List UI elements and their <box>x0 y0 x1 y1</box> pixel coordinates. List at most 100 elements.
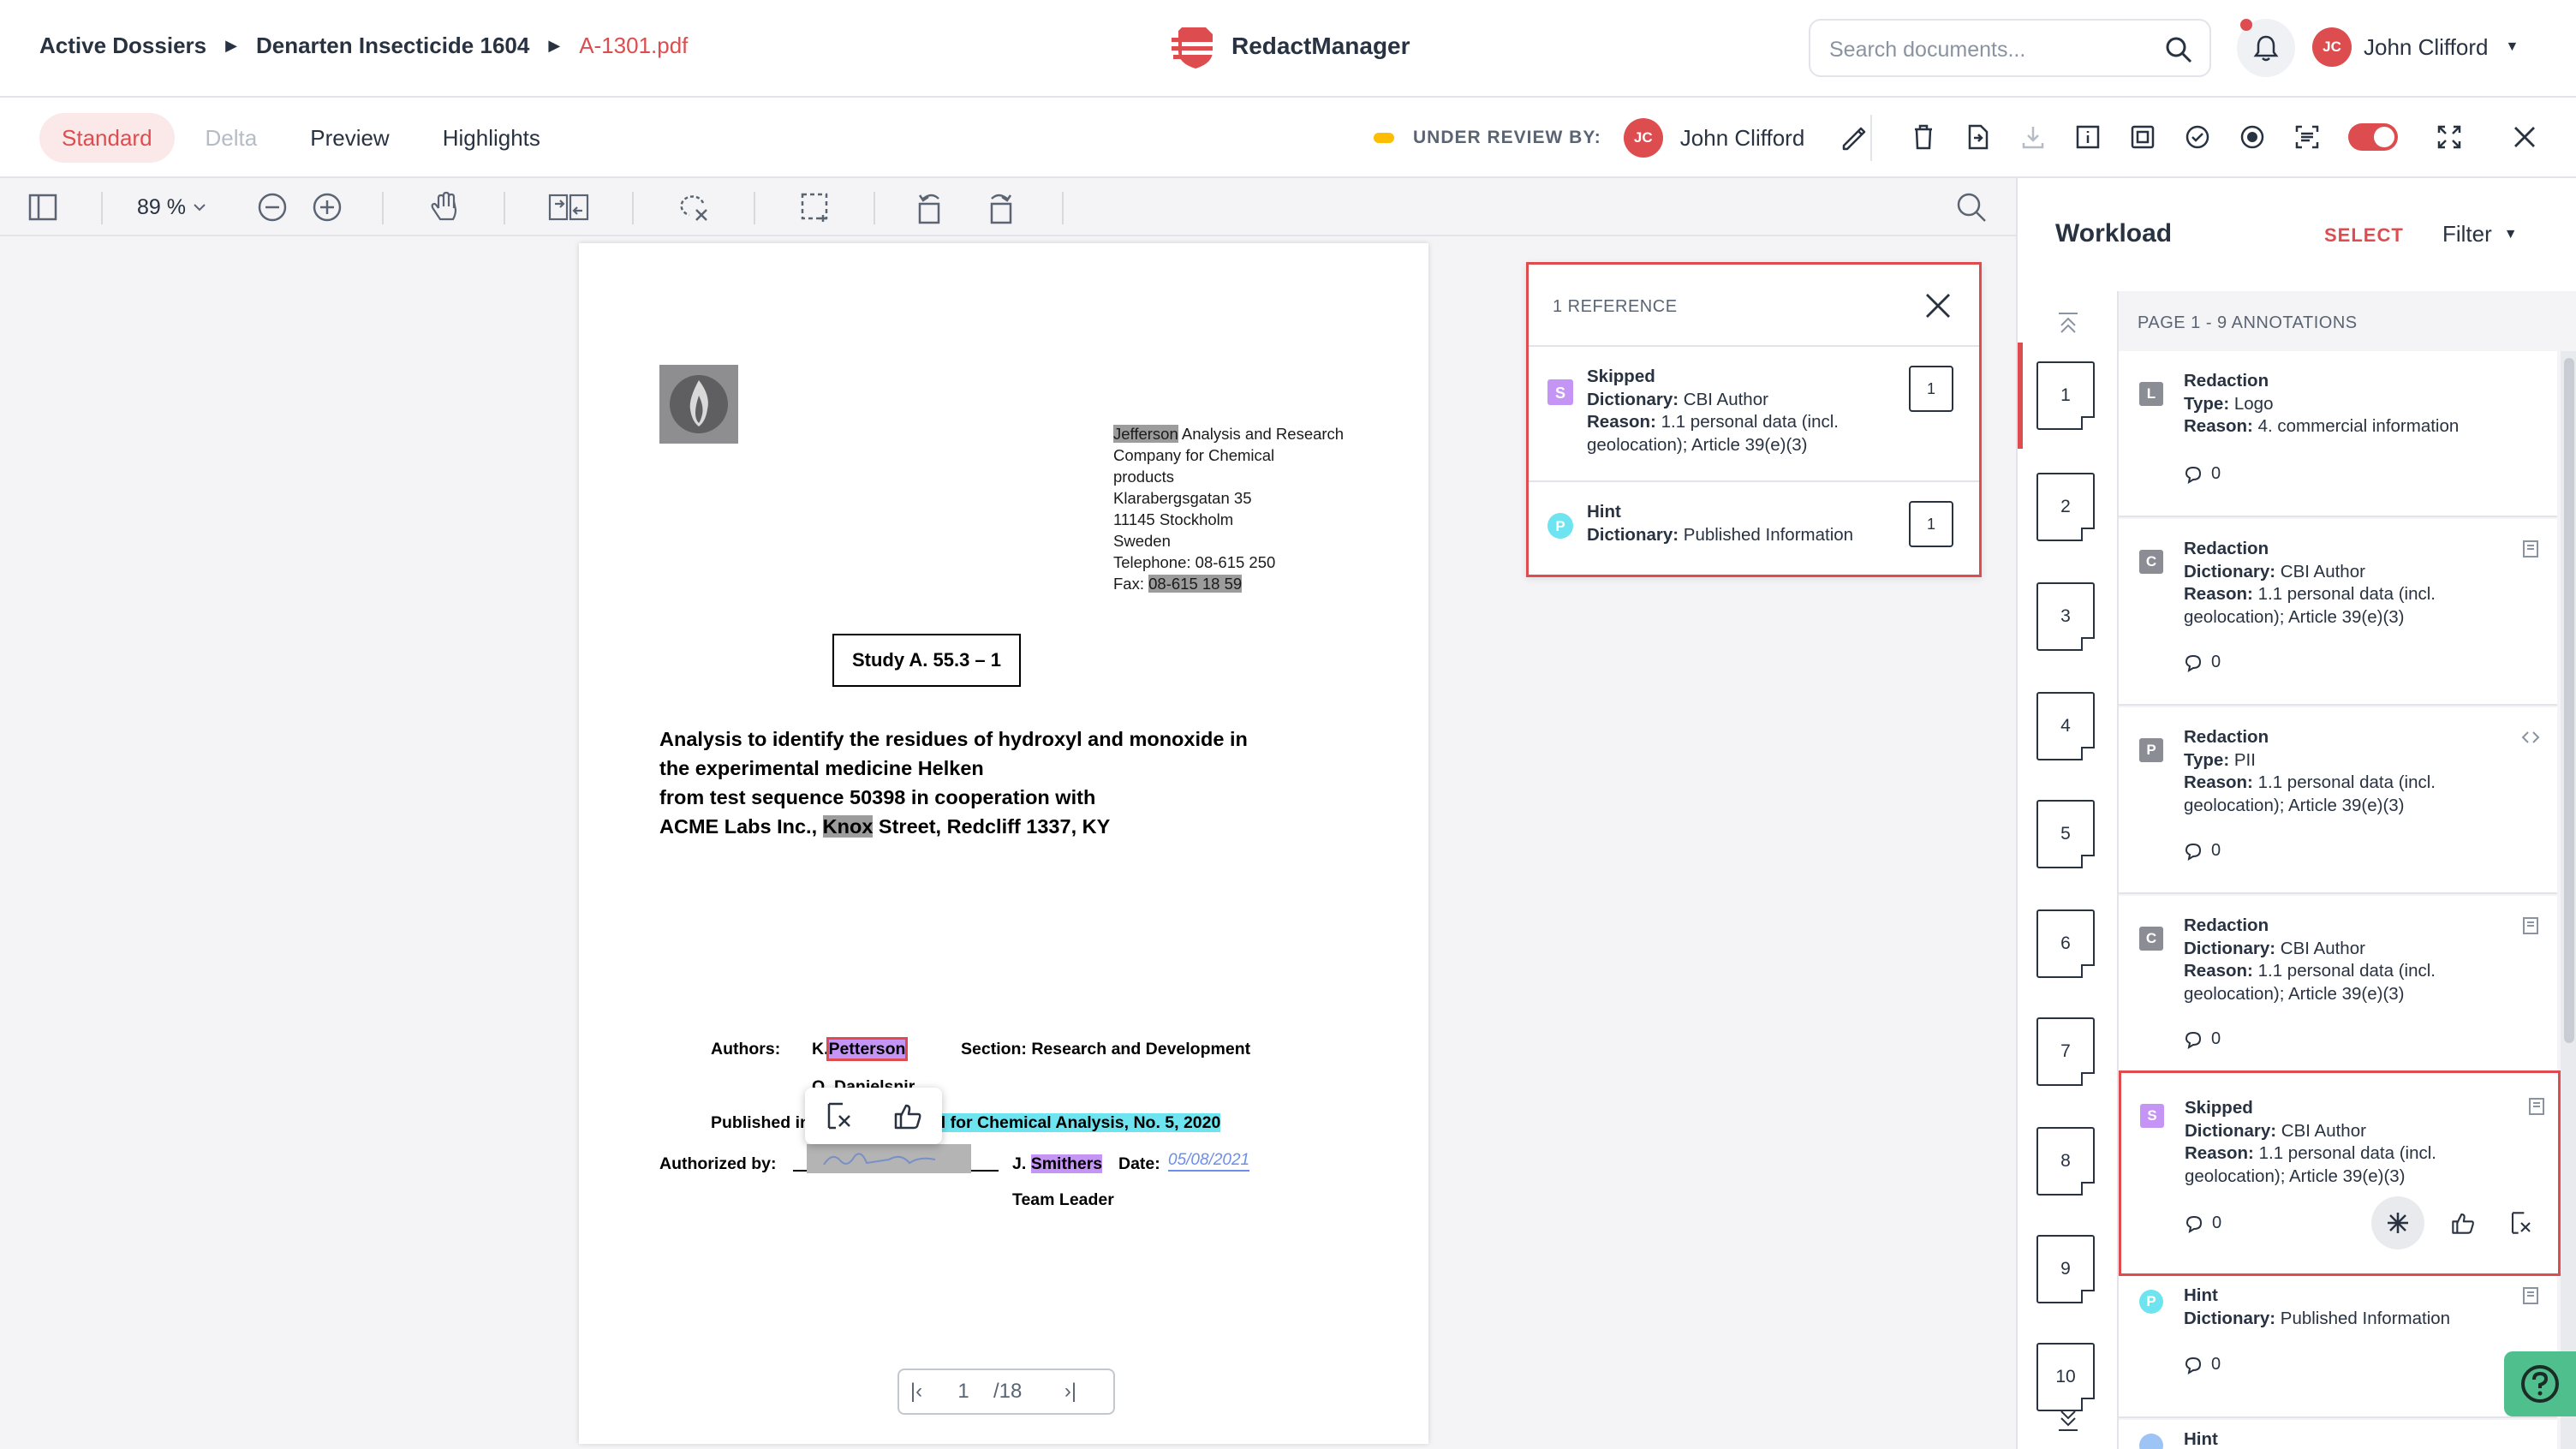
help-button[interactable] <box>2504 1351 2576 1416</box>
zoom-in-icon[interactable] <box>310 190 344 224</box>
comment-count[interactable]: 0 <box>2184 653 2221 672</box>
pan-hand-icon[interactable] <box>428 190 462 224</box>
scroll-top-icon[interactable] <box>2054 310 2083 339</box>
thumbs-up-icon[interactable] <box>892 1100 923 1131</box>
search-input[interactable] <box>1829 33 2155 67</box>
date-value[interactable]: 05/08/2021 <box>1168 1151 1250 1172</box>
record-icon[interactable] <box>2235 120 2269 154</box>
redaction-toggle[interactable] <box>2348 123 2398 151</box>
search-icon[interactable] <box>2163 34 2194 65</box>
annotation-card[interactable]: L Redaction Type: Logo Reason: 4. commer… <box>2119 351 2557 517</box>
dictionary-icon[interactable] <box>2521 916 2540 935</box>
breadcrumb-active-dossiers[interactable]: Active Dossiers <box>39 33 206 59</box>
remove-annotation-icon[interactable] <box>2508 1210 2534 1236</box>
breadcrumb-dossier[interactable]: Denarten Insecticide 1604 <box>256 33 529 59</box>
annotation-type-badge: C <box>2139 550 2163 574</box>
reference-item[interactable]: S Skipped Dictionary: CBI Author Reason:… <box>1529 347 1979 482</box>
annotation-card[interactable]: C Redaction Dictionary: CBI Author Reaso… <box>2119 896 2557 1082</box>
dictionary-icon[interactable] <box>2521 540 2540 558</box>
rotate-right-icon[interactable] <box>983 190 1017 224</box>
close-icon[interactable] <box>1923 290 1953 321</box>
comment-count[interactable]: 0 <box>2184 841 2221 861</box>
annotation-scrollbar[interactable] <box>2561 351 2576 1449</box>
page-thumb[interactable]: 5 <box>2036 800 2095 868</box>
annotation-title: Skipped <box>2185 1098 2253 1118</box>
tab-standard[interactable]: Standard <box>39 113 175 163</box>
comment-count[interactable]: 0 <box>2184 464 2221 484</box>
annotation-card[interactable]: P Hint Dictionary: Published Information… <box>2119 1276 2557 1418</box>
page-thumb[interactable]: 10 <box>2036 1343 2095 1411</box>
document-search-icon[interactable] <box>1954 190 1989 224</box>
page-thumb[interactable]: 2 <box>2036 473 2095 541</box>
comment-count[interactable]: 0 <box>2185 1213 2221 1233</box>
brand[interactable]: RedactManager <box>1170 22 1410 70</box>
zoom-out-icon[interactable] <box>255 190 289 224</box>
comment-count[interactable]: 0 <box>2184 1355 2221 1374</box>
annotation-reason-label: Reason: <box>2184 772 2253 792</box>
breadcrumb-file[interactable]: A-1301.pdf <box>579 33 688 59</box>
page-reference-badge[interactable]: 1 <box>1909 501 1953 547</box>
dictionary-icon[interactable] <box>2527 1097 2546 1116</box>
tab-preview[interactable]: Preview <box>288 113 411 163</box>
close-document-icon[interactable] <box>2507 120 2542 154</box>
dictionary-icon[interactable] <box>2521 1286 2540 1305</box>
page-thumb[interactable]: 9 <box>2036 1235 2095 1303</box>
toolbar-divider <box>101 192 103 224</box>
export-file-icon[interactable] <box>1961 120 1995 154</box>
tab-delta[interactable]: Delta <box>183 113 280 163</box>
zoom-select[interactable]: 89 % <box>137 190 223 224</box>
page-thumb[interactable]: 7 <box>2036 1017 2095 1086</box>
filter-dropdown[interactable]: Filter ▼ <box>2442 221 2518 247</box>
annotation-card-selected[interactable]: S Skipped Dictionary: CBI Author Reason:… <box>2119 1070 2561 1276</box>
edit-pencil-icon[interactable] <box>1839 123 1868 152</box>
fax-redacted[interactable]: 08-615 18 59 <box>1148 575 1243 593</box>
annotation-card[interactable]: Hint <box>2119 1420 2557 1449</box>
rotate-left-icon[interactable] <box>913 190 947 224</box>
reference-title: 1 REFERENCE <box>1553 297 1678 316</box>
select-button[interactable]: SELECT <box>2324 224 2404 247</box>
page-thumb[interactable]: 6 <box>2036 909 2095 978</box>
signature-redacted[interactable] <box>807 1144 971 1173</box>
download-icon[interactable] <box>2016 120 2050 154</box>
area-select-icon[interactable] <box>798 190 832 224</box>
select-lasso-icon[interactable] <box>677 190 711 224</box>
first-page-icon[interactable]: |‹ <box>899 1380 933 1404</box>
page-thumb[interactable]: 1 <box>2036 361 2095 430</box>
skipped-annotation-petterson[interactable]: Petterson <box>826 1037 909 1061</box>
compare-pages-icon[interactable] <box>548 190 589 224</box>
code-icon[interactable] <box>2521 728 2540 747</box>
tab-highlights[interactable]: Highlights <box>420 113 563 163</box>
info-icon[interactable] <box>2071 120 2105 154</box>
fullscreen-icon[interactable] <box>2432 120 2466 154</box>
page-thumb[interactable]: 8 <box>2036 1127 2095 1196</box>
page-thumb[interactable]: 4 <box>2036 692 2095 760</box>
comment-count[interactable]: 0 <box>2184 1029 2221 1049</box>
delete-icon[interactable] <box>1906 120 1941 154</box>
reference-popup: 1 REFERENCE S Skipped Dictionary: CBI Au… <box>1526 262 1982 577</box>
last-page-icon[interactable]: ›| <box>1053 1380 1088 1404</box>
reference-item[interactable]: P Hint Dictionary: Published Information… <box>1529 482 1979 576</box>
page-thumb[interactable]: 3 <box>2036 582 2095 651</box>
page-number-input[interactable] <box>933 1380 993 1404</box>
annotation-card[interactable]: C Redaction Dictionary: CBI Author Reaso… <box>2119 519 2557 706</box>
page-reference-badge[interactable]: 1 <box>1909 366 1953 412</box>
resize-action-button[interactable] <box>2371 1196 2424 1249</box>
user-menu[interactable]: JC John Clifford ▼ <box>2312 27 2519 67</box>
address-redacted-name[interactable]: Jefferson <box>1113 425 1178 443</box>
thumbs-up-icon[interactable] <box>2450 1210 2476 1236</box>
skipped-annotation-smithers[interactable]: Smithers <box>1030 1154 1103 1173</box>
compare-icon[interactable] <box>2126 120 2160 154</box>
hint-annotation-journal[interactable]: nal for Chemical Analysis, No. 5, 2020 <box>921 1113 1221 1132</box>
redacted-street[interactable]: Knox <box>822 815 874 838</box>
annotation-card[interactable]: P Redaction Type: PII Reason: 1.1 person… <box>2119 707 2557 894</box>
approve-check-icon[interactable] <box>2180 120 2215 154</box>
remove-annotation-icon[interactable] <box>824 1100 855 1131</box>
workload-title: Workload <box>2055 219 2173 247</box>
reference-item-text: Skipped Dictionary: CBI Author Reason: 1… <box>1587 366 1904 456</box>
pdf-page[interactable]: Jefferson Analysis and Research Company … <box>579 243 1428 1444</box>
sidebar-toggle-icon[interactable] <box>26 190 60 224</box>
scroll-bottom-icon[interactable] <box>2054 1404 2083 1434</box>
reviewer-name: John Clifford <box>1679 124 1805 151</box>
company-logo-redacted[interactable] <box>659 365 738 444</box>
ocr-scan-icon[interactable] <box>2290 120 2324 154</box>
